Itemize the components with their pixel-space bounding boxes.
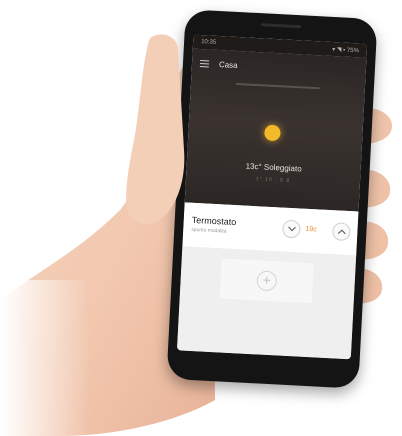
thermostat-subtitle: spunto modalità bbox=[191, 226, 227, 235]
top-app-bar: Casa bbox=[192, 55, 367, 80]
page-title: Casa bbox=[218, 59, 238, 70]
temperature-up-button[interactable] bbox=[331, 222, 351, 242]
speaker-grille bbox=[261, 23, 302, 29]
chevron-up-icon bbox=[337, 229, 346, 235]
sun-icon bbox=[264, 124, 281, 142]
location-subtitle bbox=[235, 82, 320, 90]
thermostat-title: Termostato bbox=[191, 214, 237, 228]
status-icons: ▾ ◥ ▪ 75% bbox=[331, 46, 360, 54]
set-temperature: 19c bbox=[305, 225, 317, 234]
menu-icon[interactable] bbox=[199, 59, 210, 68]
status-time: 10:35 bbox=[200, 39, 217, 46]
temperature-down-button[interactable] bbox=[281, 219, 301, 239]
app-screen: 10:35 ▾ ◥ ▪ 75% Casa 13c° Soleggiato 1° … bbox=[176, 34, 368, 360]
smartphone: 10:35 ▾ ◥ ▪ 75% Casa 13c° Soleggiato 1° … bbox=[166, 9, 378, 389]
add-device-area: + bbox=[176, 246, 357, 360]
chevron-down-icon bbox=[288, 226, 296, 232]
weather-hero: Casa 13c° Soleggiato 1° 10 · 8 8 bbox=[184, 48, 367, 212]
